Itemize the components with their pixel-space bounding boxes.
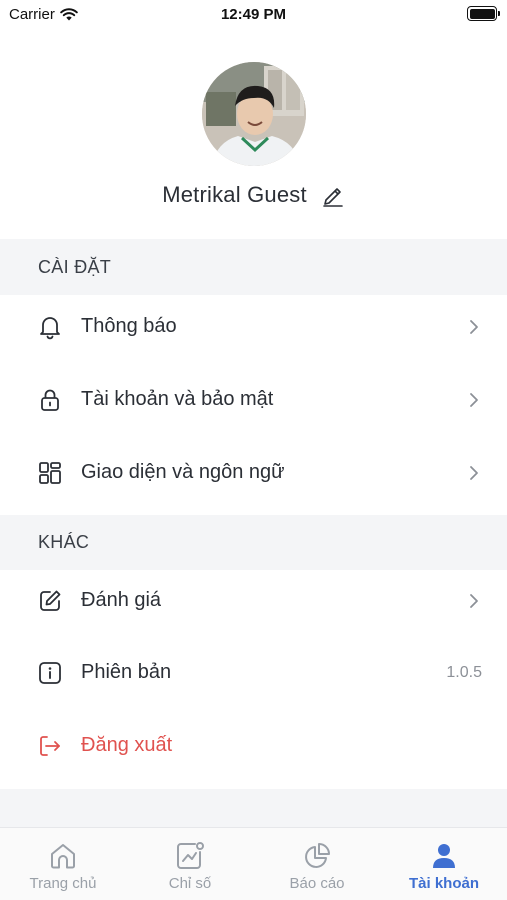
section-header-settings: CÀI ĐẶT bbox=[0, 239, 507, 295]
chevron-right-icon bbox=[467, 592, 481, 610]
layout-grid-icon bbox=[36, 459, 64, 487]
tab-label: Báo cáo bbox=[289, 875, 345, 892]
section-spacer bbox=[0, 789, 507, 827]
chevron-right-icon bbox=[467, 318, 481, 336]
settings-item-appearance-language[interactable]: Giao diện và ngôn ngữ bbox=[0, 436, 507, 509]
tab-label: Trang chủ bbox=[29, 875, 97, 892]
logout-button[interactable]: Đăng xuất bbox=[0, 709, 507, 782]
section-header-other: KHÁC bbox=[0, 515, 507, 570]
other-item-label: Đánh giá bbox=[81, 589, 162, 611]
version-value: 1.0.5 bbox=[446, 663, 482, 681]
lock-icon bbox=[36, 386, 64, 414]
logout-icon bbox=[36, 732, 64, 760]
user-icon bbox=[381, 840, 507, 872]
status-time: 12:49 PM bbox=[220, 6, 287, 23]
bell-icon bbox=[36, 313, 64, 341]
chart-icon bbox=[127, 840, 253, 872]
other-item-version: Phiên bản 1.0.5 bbox=[0, 636, 507, 709]
pie-chart-icon bbox=[254, 840, 380, 872]
tab-reports[interactable]: Báo cáo bbox=[254, 828, 380, 900]
settings-item-notifications[interactable]: Thông báo bbox=[0, 290, 507, 363]
profile-name: Metrikal Guest bbox=[162, 182, 307, 207]
chevron-right-icon bbox=[467, 464, 481, 482]
settings-item-account-security[interactable]: Tài khoản và bảo mật bbox=[0, 363, 507, 436]
settings-item-label: Giao diện và ngôn ngữ bbox=[81, 461, 285, 483]
chevron-right-icon bbox=[467, 391, 481, 409]
avatar[interactable] bbox=[202, 62, 306, 166]
tab-metrics[interactable]: Chỉ số bbox=[127, 828, 253, 900]
tab-account[interactable]: Tài khoản bbox=[381, 828, 507, 900]
tab-label: Tài khoản bbox=[408, 875, 479, 892]
other-item-label: Phiên bản bbox=[81, 661, 172, 683]
edit-name-button[interactable] bbox=[321, 183, 345, 207]
pencil-icon bbox=[323, 188, 343, 207]
tab-home[interactable]: Trang chủ bbox=[0, 828, 126, 900]
edit-square-icon bbox=[36, 587, 64, 615]
status-bar: Carrier 12:49 PM bbox=[0, 0, 507, 30]
other-item-rating[interactable]: Đánh giá bbox=[0, 564, 507, 637]
settings-item-label: Thông báo bbox=[81, 315, 177, 337]
battery-icon bbox=[467, 6, 500, 21]
info-icon bbox=[36, 659, 64, 687]
tab-bar: Trang chủ Chỉ số Báo cáo Tài khoản bbox=[0, 827, 507, 900]
settings-item-label: Tài khoản và bảo mật bbox=[81, 388, 274, 410]
profile-header: Metrikal Guest bbox=[0, 30, 507, 239]
logout-label: Đăng xuất bbox=[81, 734, 173, 756]
tab-label: Chỉ số bbox=[168, 875, 212, 892]
home-icon bbox=[0, 840, 126, 872]
